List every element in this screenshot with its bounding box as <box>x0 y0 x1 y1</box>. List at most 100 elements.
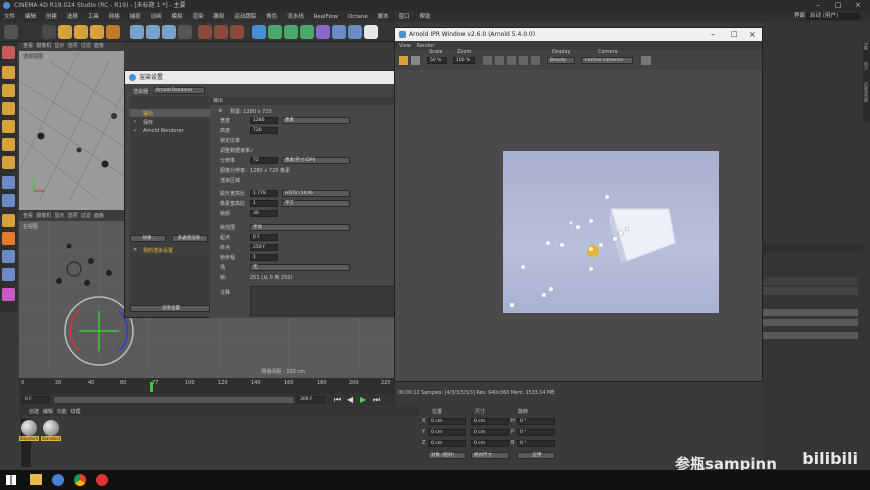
position-x-field[interactable]: 0 cm <box>428 418 466 425</box>
vp2-menu-camera[interactable]: 摄像机 <box>36 213 51 219</box>
position-z-field[interactable]: 0 cm <box>428 440 466 447</box>
vp2-menu-filter[interactable]: 过滤 <box>81 213 91 219</box>
sidebar-item-arnold[interactable]: ✓ Arnold Renderer <box>130 127 210 135</box>
render-settings-icon[interactable] <box>230 25 244 39</box>
make-editable-icon[interactable] <box>2 46 15 59</box>
close-icon[interactable]: × <box>848 0 868 11</box>
deformer-icon[interactable] <box>316 25 330 39</box>
vp-menu-filter[interactable]: 过滤 <box>81 43 91 49</box>
y-axis-icon[interactable] <box>146 25 160 39</box>
next-frame-icon[interactable]: ⏭ <box>373 395 380 405</box>
vp-menu-options[interactable]: 选项 <box>68 43 78 49</box>
preset-row[interactable]: ✕ 我的渲染设置 <box>130 246 210 254</box>
material-slot[interactable]: Standard <box>19 420 39 446</box>
film-aspect-dropdown[interactable]: HDTV (16:9) <box>282 190 350 197</box>
start-frame-field[interactable]: 0 F <box>250 234 278 241</box>
cube-icon[interactable] <box>252 25 266 39</box>
menu-help[interactable]: 帮助 <box>416 12 435 23</box>
render-picture-viewer-icon[interactable] <box>214 25 228 39</box>
crop-icon[interactable] <box>519 56 528 65</box>
size-y-field[interactable]: 0 cm <box>471 429 509 436</box>
model-mode-icon[interactable] <box>2 66 15 79</box>
film-aspect-field[interactable]: 1.778 <box>250 190 278 197</box>
size-z-field[interactable]: 0 cm <box>471 440 509 447</box>
resolution-unit-dropdown[interactable]: 像素/英寸(DPI) <box>282 157 350 164</box>
lock-icon[interactable] <box>531 56 540 65</box>
snap-icon[interactable] <box>2 214 15 227</box>
multipass-button[interactable]: 多通道渲染... <box>172 235 208 242</box>
frame-start-field[interactable]: 0 F <box>22 396 50 403</box>
recorder-icon[interactable] <box>96 474 108 486</box>
width-unit-dropdown[interactable]: 像素 <box>282 117 350 124</box>
texture-mode-icon[interactable] <box>2 84 15 97</box>
recent-tool-icon[interactable] <box>106 25 120 39</box>
z-axis-icon[interactable] <box>162 25 176 39</box>
prev-frame-icon[interactable]: ◀ <box>347 395 353 404</box>
renderer-dropdown[interactable]: Arnold Renderer <box>153 87 205 94</box>
layout-dropdown[interactable]: 启动 (用户) <box>806 13 860 20</box>
vp-menu-camera[interactable]: 摄像机 <box>36 43 51 49</box>
select-icon[interactable] <box>42 25 56 39</box>
tab-content-browser[interactable]: 内容浏览器 <box>863 82 869 107</box>
camera-dropdown[interactable]: <active camera> <box>581 57 633 64</box>
workplane-mode-icon[interactable] <box>2 102 15 115</box>
fields-dropdown[interactable]: 无 <box>250 264 350 271</box>
arnold-maximize-icon[interactable]: □ <box>731 28 738 41</box>
frame-range-dropdown[interactable]: 手动 <box>250 224 350 231</box>
tab-takes[interactable]: 场次 <box>863 62 869 82</box>
coord-system-icon[interactable] <box>178 25 192 39</box>
perspective-viewport[interactable]: 查看 摄像机 显示 选项 过滤 面板 透视视图 <box>19 42 124 210</box>
attr-row[interactable] <box>763 277 858 285</box>
sidebar-item-output[interactable]: 输出 <box>130 109 210 117</box>
attr-dropdown[interactable] <box>763 332 858 339</box>
timeline-ruler[interactable]: 0 20 40 60 77 100 120 140 160 180 200 22… <box>19 378 395 394</box>
camera-icon[interactable] <box>348 25 362 39</box>
vp-menu-panel[interactable]: 面板 <box>94 43 104 49</box>
undo-icon[interactable] <box>4 25 18 39</box>
arnold-minimize-icon[interactable]: – <box>711 28 715 41</box>
pixel-aspect-field[interactable]: 1 <box>250 200 278 207</box>
channel-alpha-icon[interactable] <box>495 56 504 65</box>
spline-icon[interactable] <box>268 25 282 39</box>
mat-menu-create[interactable]: 创建 <box>29 409 39 415</box>
material-slot[interactable]: Standard <box>41 420 61 446</box>
scale-field[interactable]: 50 % <box>427 57 447 64</box>
rotate-icon[interactable] <box>90 25 104 39</box>
mat-menu-texture[interactable]: 纹理 <box>71 409 81 415</box>
mat-menu-edit[interactable]: 编辑 <box>43 409 53 415</box>
vp2-menu-view[interactable]: 查看 <box>23 213 33 219</box>
display-dropdown[interactable]: Beauty <box>547 57 575 64</box>
nurbs-icon[interactable] <box>284 25 298 39</box>
rotation-b-field[interactable]: 0 ° <box>517 440 555 447</box>
attr-dropdown[interactable] <box>763 309 858 316</box>
tab-objects[interactable]: 对象 <box>863 42 869 62</box>
height-field[interactable]: 720 <box>250 127 278 134</box>
frame-step-field[interactable]: 1 <box>250 254 278 261</box>
cinema4d-taskbar-icon[interactable] <box>52 474 64 486</box>
minimize-icon[interactable]: – <box>808 0 828 11</box>
resolution-field[interactable]: 72 <box>250 157 278 164</box>
end-frame-field[interactable]: 250 F <box>250 244 278 251</box>
move-icon[interactable] <box>58 25 72 39</box>
file-explorer-icon[interactable] <box>30 474 42 485</box>
attr-row[interactable] <box>763 287 858 295</box>
arnold-close-icon[interactable]: × <box>749 28 756 41</box>
position-y-field[interactable]: 0 cm <box>428 429 466 436</box>
axis-mode-icon[interactable] <box>2 176 15 189</box>
planar-workplane-icon[interactable] <box>2 250 15 263</box>
range-slider[interactable] <box>54 397 294 403</box>
render-settings-button[interactable]: 渲染设置 <box>130 305 210 312</box>
playhead[interactable] <box>150 382 153 392</box>
polygons-mode-icon[interactable] <box>2 156 15 169</box>
arnold-menu-view[interactable]: View <box>399 43 411 49</box>
floor-icon[interactable] <box>332 25 346 39</box>
apply-button[interactable]: 应用 <box>517 452 555 459</box>
frame-end-field[interactable]: 300 F <box>297 396 325 403</box>
menu-window[interactable]: 窗口 <box>395 12 414 23</box>
mat-menu-function[interactable]: 功能 <box>57 409 67 415</box>
start-render-icon[interactable] <box>399 56 408 65</box>
light-icon[interactable] <box>364 25 378 39</box>
go-start-icon[interactable]: ⏮ <box>334 395 341 405</box>
region-icon[interactable] <box>507 56 516 65</box>
rotation-h-field[interactable]: 0 ° <box>517 418 555 425</box>
